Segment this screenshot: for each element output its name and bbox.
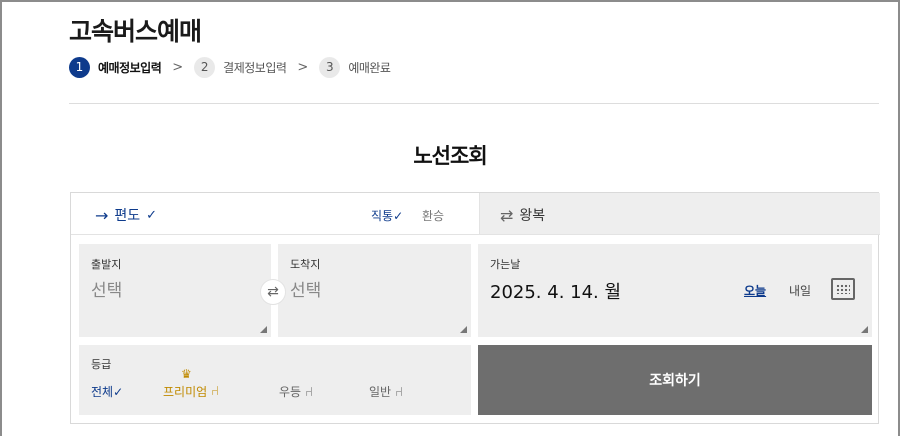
page-title: 고속버스예매 <box>69 17 202 46</box>
corner-triangle-icon <box>460 326 467 333</box>
grade-normal-option[interactable]: 일반 ⑁ <box>369 383 403 400</box>
arrival-field[interactable]: 도착지 선택 <box>278 244 471 337</box>
date-value: 2025. 4. 14. 월 <box>490 282 622 303</box>
step-1-label: 예매정보입력 <box>98 60 162 75</box>
grade-all-label: 전체 <box>91 385 114 399</box>
trip-type-oneway-tab: → 편도 ✓ 직통✓ 환승 <box>71 193 479 235</box>
direct-option[interactable]: 직통✓ <box>371 207 403 224</box>
swap-stations-button[interactable]: ⇄ <box>260 279 286 305</box>
search-button[interactable]: 조회하기 <box>478 345 872 415</box>
roundtrip-tab[interactable]: ⇄ 왕복 <box>479 193 880 235</box>
grade-premium-option[interactable]: 프리미엄 ⑁ <box>163 383 219 400</box>
oneway-label: 편도 <box>114 208 141 224</box>
step-3: 3 예매완료 <box>319 56 391 78</box>
divider <box>69 103 879 104</box>
direct-label: 직통 <box>371 209 394 223</box>
step-1-number: 1 <box>69 56 90 78</box>
seat-icon: ⑁ <box>395 385 403 400</box>
arrow-right-icon: → <box>95 205 109 225</box>
departure-value: 선택 <box>91 281 123 301</box>
departure-field[interactable]: 출발지 선택 <box>79 244 271 337</box>
tomorrow-button[interactable]: 내일 <box>789 282 811 299</box>
step-2: 2 결제정보입력 <box>194 56 287 78</box>
swap-arrows-icon: ⇄ <box>500 205 514 225</box>
section-title: 노선조회 <box>413 144 487 168</box>
arrival-label: 도착지 <box>290 258 321 271</box>
swap-arrows-icon: ⇄ <box>267 284 279 300</box>
step-1: 1 예매정보입력 <box>69 56 162 78</box>
grade-all-option[interactable]: 전체✓ <box>91 383 123 400</box>
corner-triangle-icon <box>260 326 267 333</box>
check-icon: ✓ <box>113 385 124 399</box>
grade-excellent-option[interactable]: 우등 ⑁ <box>279 383 313 400</box>
step-2-number: 2 <box>194 56 216 78</box>
check-icon: ✓ <box>146 207 158 223</box>
grade-selector: 등급 전체✓ ♛ 프리미엄 ⑁ 우등 ⑁ 일반 ⑁ <box>79 345 471 415</box>
seat-icon: ⑁ <box>305 385 313 400</box>
departure-date-field[interactable]: 가는날 2025. 4. 14. 월 오늘 내일 <box>478 244 872 337</box>
grade-premium-label: 프리미엄 <box>163 385 208 399</box>
step-indicator: 1 예매정보입력 > 2 결제정보입력 > 3 예매완료 <box>69 56 391 78</box>
today-button[interactable]: 오늘 <box>744 282 766 299</box>
transfer-label: 환승 <box>422 209 445 223</box>
step-2-label: 결제정보입력 <box>223 60 287 75</box>
arrival-value: 선택 <box>290 281 322 301</box>
transfer-option[interactable]: 환승 <box>422 207 444 224</box>
chevron-right-icon: > <box>172 59 184 75</box>
calendar-icon[interactable] <box>831 278 855 300</box>
grade-normal-label: 일반 <box>369 385 392 399</box>
route-search-panel: → 편도 ✓ 직통✓ 환승 ⇄ 왕복 출발지 선택 도착지 선택 ⇄ 가는날 2… <box>70 192 880 424</box>
roundtrip-label: 왕복 <box>519 208 546 224</box>
oneway-button[interactable]: → 편도 ✓ <box>95 205 157 225</box>
chevron-right-icon: > <box>297 59 309 75</box>
crown-icon: ♛ <box>181 367 192 381</box>
check-icon: ✓ <box>393 209 404 223</box>
date-label: 가는날 <box>490 258 521 271</box>
seat-icon: ⑁ <box>211 384 219 399</box>
step-3-number: 3 <box>319 56 341 78</box>
corner-triangle-icon <box>861 326 868 333</box>
grade-excellent-label: 우등 <box>279 385 302 399</box>
grade-label: 등급 <box>91 358 112 371</box>
departure-label: 출발지 <box>91 258 122 271</box>
step-3-label: 예매완료 <box>348 60 391 75</box>
